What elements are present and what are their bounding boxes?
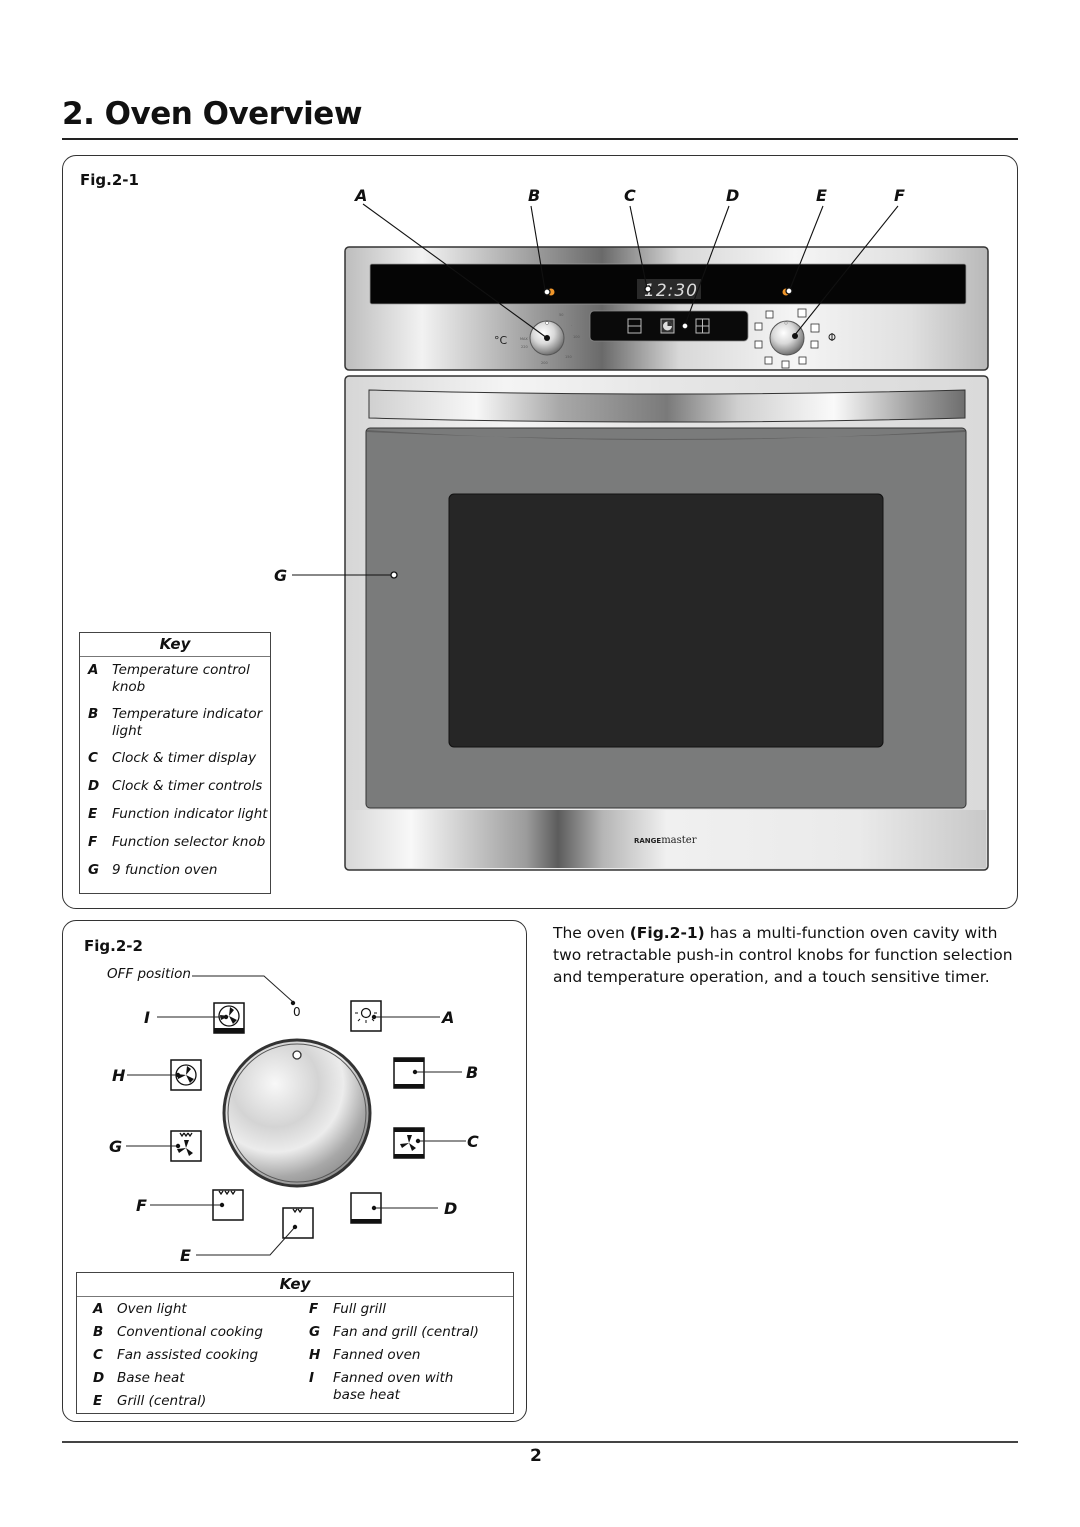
key-item: H Fanned oven bbox=[309, 1347, 421, 1363]
key-item: F Function selector knob bbox=[88, 834, 266, 850]
icon-conventional bbox=[393, 1057, 425, 1089]
callout-b: B bbox=[528, 186, 541, 205]
off-mark: 0 bbox=[293, 1005, 301, 1019]
callout-g: G bbox=[274, 566, 288, 585]
icon-fanned-oven-base-heat bbox=[213, 1002, 245, 1034]
key-item: C Fan assisted cooking bbox=[93, 1347, 259, 1363]
svg-text:50: 50 bbox=[559, 313, 563, 317]
key-item: G Fan and grill (central) bbox=[309, 1324, 479, 1340]
key-title: Key bbox=[80, 633, 270, 657]
footer-divider bbox=[62, 1441, 1018, 1443]
callout-a: A bbox=[355, 186, 368, 205]
svg-text:100: 100 bbox=[573, 335, 580, 339]
function-dial bbox=[222, 1038, 372, 1188]
callout-e: E bbox=[816, 186, 827, 205]
dial-callout-g: G bbox=[109, 1137, 123, 1156]
key-item: E Grill (central) bbox=[93, 1393, 207, 1409]
clock-time: 12:30 bbox=[644, 281, 698, 301]
key-item: D Clock & timer controls bbox=[88, 778, 263, 794]
key-item: B Temperature indicator light bbox=[88, 706, 263, 739]
icon-fan-assisted bbox=[393, 1127, 425, 1159]
svg-text:MAX: MAX bbox=[520, 337, 528, 341]
dial-callout-c: C bbox=[467, 1132, 479, 1151]
function-dial-illustration: 0 bbox=[126, 975, 466, 1256]
callout-d: D bbox=[726, 186, 740, 205]
icon-oven-light bbox=[350, 1000, 382, 1032]
dial-callout-f: F bbox=[136, 1196, 147, 1215]
dial-callout-a: A bbox=[442, 1008, 455, 1027]
svg-text:200: 200 bbox=[541, 361, 548, 365]
dial-callout-h: H bbox=[112, 1066, 126, 1085]
callout-f: F bbox=[894, 186, 905, 205]
key-item: A Temperature control knob bbox=[88, 662, 250, 695]
oven-window bbox=[448, 493, 884, 748]
svg-text:220: 220 bbox=[521, 345, 528, 349]
temperature-unit-label: °C bbox=[494, 334, 508, 347]
icon-grill-central bbox=[282, 1207, 314, 1239]
oven-description: The oven (Fig.2-1) has a multi-function … bbox=[553, 924, 1013, 986]
callout-c: C bbox=[624, 186, 636, 205]
dial-callout-e: E bbox=[180, 1246, 191, 1265]
key-item: D Base heat bbox=[93, 1370, 185, 1386]
key-item: B Conventional cooking bbox=[93, 1324, 263, 1340]
function-selector-knob bbox=[769, 320, 805, 356]
svg-text:150: 150 bbox=[565, 355, 572, 359]
key-item: C Clock & timer display bbox=[88, 750, 257, 766]
svg-text:·: · bbox=[571, 324, 572, 328]
figure-reference: (Fig.2-1) bbox=[629, 924, 705, 942]
key-item: I Fanned oven with base heat bbox=[309, 1370, 454, 1403]
figure-2-2-key: Key A Oven light B Conventional cooking CF… bbox=[76, 1272, 514, 1414]
door-handle bbox=[368, 389, 966, 423]
key-item: E Function indicator light bbox=[88, 806, 268, 822]
dial-pointer bbox=[292, 1050, 302, 1060]
figure-2-1-key: Key A Temperature control knob B Temperatu… bbox=[79, 632, 271, 894]
key-item: F Full grill bbox=[309, 1301, 386, 1317]
dial-callout-i: I bbox=[144, 1008, 150, 1027]
key-item: G9 function oven bbox=[88, 862, 218, 878]
dial-callout-b: B bbox=[466, 1063, 479, 1082]
key-title: Key bbox=[77, 1273, 513, 1297]
key-item: A Oven light bbox=[93, 1301, 187, 1317]
brand-logo: RANGEmaster bbox=[634, 835, 697, 846]
dial-callout-d: D bbox=[444, 1199, 458, 1218]
page-number: 2 bbox=[530, 1446, 542, 1466]
